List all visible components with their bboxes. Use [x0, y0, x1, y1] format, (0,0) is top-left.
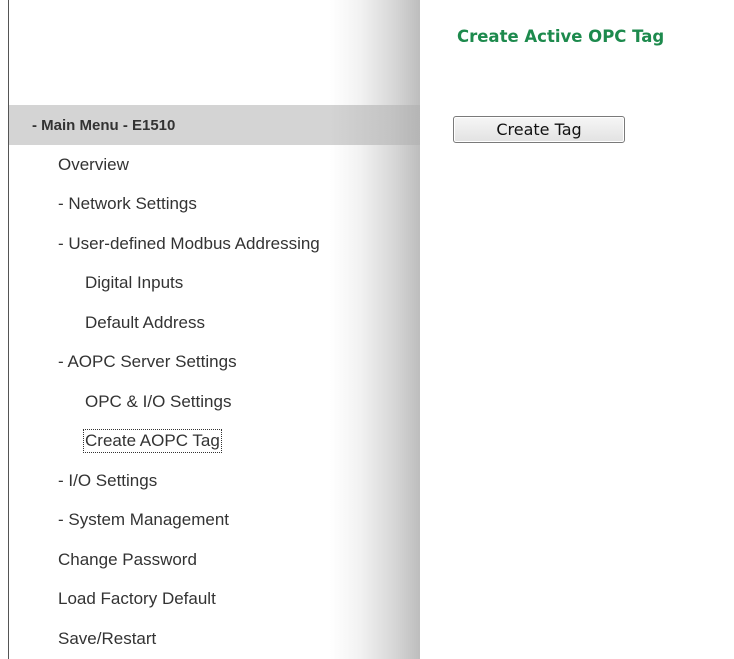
sidebar-item-opc-io-settings[interactable]: OPC & I/O Settings	[0, 382, 420, 422]
sidebar-item-label: Overview	[58, 154, 129, 174]
sidebar-item-create-aopc-tag[interactable]: Create AOPC Tag	[0, 422, 420, 462]
sidebar-item-label: - I/O Settings	[58, 470, 158, 490]
sidebar-item-label: Create AOPC Tag	[83, 429, 222, 454]
sidebar-item-change-password[interactable]: Change Password	[0, 540, 420, 580]
sidebar-item-user-defined-modbus-addressing[interactable]: - User-defined Modbus Addressing	[0, 224, 420, 264]
sidebar-item-label: - System Management	[58, 510, 230, 530]
sidebar-item-label: Load Factory Default	[58, 589, 216, 609]
create-tag-button[interactable]: Create Tag	[453, 116, 625, 143]
sidebar-item-label: - Network Settings	[58, 194, 197, 214]
sidebar-item-label: Default Address	[85, 312, 206, 332]
sidebar-item-label: Save/Restart	[58, 628, 157, 648]
sidebar-menu: Overview - Network Settings - User-defin…	[0, 145, 420, 659]
main-menu-header[interactable]: - Main Menu - E1510	[9, 105, 420, 145]
sidebar-item-system-management[interactable]: - System Management	[0, 501, 420, 541]
sidebar-item-label: Digital Inputs	[85, 273, 184, 293]
sidebar-item-label: - AOPC Server Settings	[58, 352, 237, 372]
sidebar-item-label: OPC & I/O Settings	[85, 391, 232, 411]
sidebar-item-label: - User-defined Modbus Addressing	[58, 233, 320, 253]
sidebar-item-overview[interactable]: Overview	[0, 145, 420, 185]
sidebar-item-network-settings[interactable]: - Network Settings	[0, 185, 420, 225]
sidebar-item-label: Change Password	[58, 549, 197, 569]
sidebar-item-io-settings[interactable]: - I/O Settings	[0, 461, 420, 501]
sidebar-item-default-address[interactable]: Default Address	[0, 303, 420, 343]
sidebar-item-save-restart[interactable]: Save/Restart	[0, 619, 420, 659]
sidebar-item-load-factory-default[interactable]: Load Factory Default	[0, 580, 420, 620]
sidebar-item-aopc-server-settings[interactable]: - AOPC Server Settings	[0, 343, 420, 383]
page-title: Create Active OPC Tag	[457, 27, 665, 46]
main-menu-header-label: - Main Menu - E1510	[32, 116, 176, 134]
sidebar-item-digital-inputs[interactable]: Digital Inputs	[0, 264, 420, 304]
